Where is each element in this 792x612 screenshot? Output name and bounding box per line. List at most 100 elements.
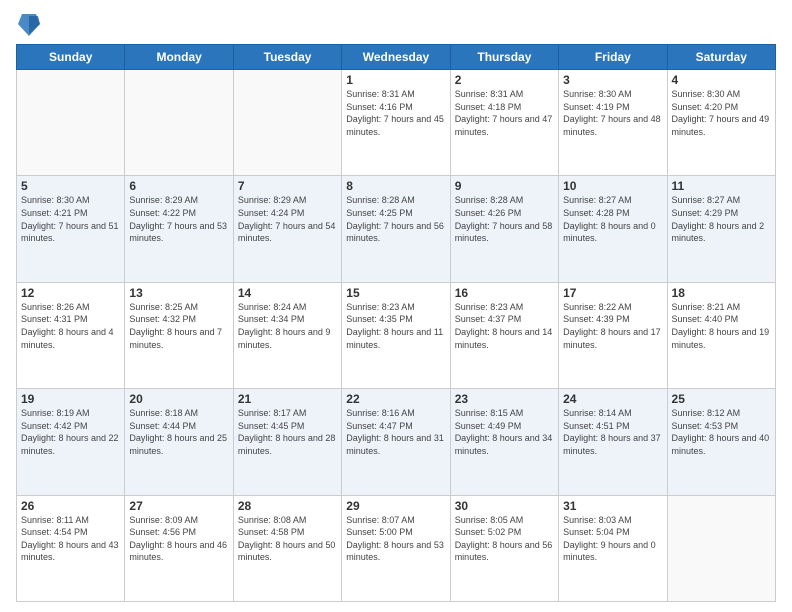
day-info: Sunrise: 8:23 AM Sunset: 4:37 PM Dayligh… [455, 301, 554, 351]
day-info: Sunrise: 8:21 AM Sunset: 4:40 PM Dayligh… [672, 301, 771, 351]
week-row-4: 19Sunrise: 8:19 AM Sunset: 4:42 PM Dayli… [17, 389, 776, 495]
calendar-cell: 22Sunrise: 8:16 AM Sunset: 4:47 PM Dayli… [342, 389, 450, 495]
day-info: Sunrise: 8:15 AM Sunset: 4:49 PM Dayligh… [455, 407, 554, 457]
calendar-cell: 12Sunrise: 8:26 AM Sunset: 4:31 PM Dayli… [17, 282, 125, 388]
calendar-cell: 18Sunrise: 8:21 AM Sunset: 4:40 PM Dayli… [667, 282, 775, 388]
calendar-cell: 5Sunrise: 8:30 AM Sunset: 4:21 PM Daylig… [17, 176, 125, 282]
day-number: 23 [455, 392, 554, 406]
calendar-cell: 29Sunrise: 8:07 AM Sunset: 5:00 PM Dayli… [342, 495, 450, 601]
day-info: Sunrise: 8:30 AM Sunset: 4:19 PM Dayligh… [563, 88, 662, 138]
day-number: 18 [672, 286, 771, 300]
calendar-cell: 14Sunrise: 8:24 AM Sunset: 4:34 PM Dayli… [233, 282, 341, 388]
calendar-cell: 23Sunrise: 8:15 AM Sunset: 4:49 PM Dayli… [450, 389, 558, 495]
calendar-cell: 4Sunrise: 8:30 AM Sunset: 4:20 PM Daylig… [667, 70, 775, 176]
day-number: 1 [346, 73, 445, 87]
day-number: 4 [672, 73, 771, 87]
calendar-cell: 3Sunrise: 8:30 AM Sunset: 4:19 PM Daylig… [559, 70, 667, 176]
day-info: Sunrise: 8:25 AM Sunset: 4:32 PM Dayligh… [129, 301, 228, 351]
day-number: 11 [672, 179, 771, 193]
calendar-cell: 21Sunrise: 8:17 AM Sunset: 4:45 PM Dayli… [233, 389, 341, 495]
day-info: Sunrise: 8:30 AM Sunset: 4:20 PM Dayligh… [672, 88, 771, 138]
calendar-cell: 13Sunrise: 8:25 AM Sunset: 4:32 PM Dayli… [125, 282, 233, 388]
day-number: 24 [563, 392, 662, 406]
day-header-thursday: Thursday [450, 45, 558, 70]
day-number: 21 [238, 392, 337, 406]
day-number: 5 [21, 179, 120, 193]
calendar-cell: 31Sunrise: 8:03 AM Sunset: 5:04 PM Dayli… [559, 495, 667, 601]
day-info: Sunrise: 8:08 AM Sunset: 4:58 PM Dayligh… [238, 514, 337, 564]
calendar-cell: 8Sunrise: 8:28 AM Sunset: 4:25 PM Daylig… [342, 176, 450, 282]
day-number: 10 [563, 179, 662, 193]
day-number: 16 [455, 286, 554, 300]
day-info: Sunrise: 8:14 AM Sunset: 4:51 PM Dayligh… [563, 407, 662, 457]
calendar-cell: 2Sunrise: 8:31 AM Sunset: 4:18 PM Daylig… [450, 70, 558, 176]
day-info: Sunrise: 8:29 AM Sunset: 4:22 PM Dayligh… [129, 194, 228, 244]
week-row-1: 1Sunrise: 8:31 AM Sunset: 4:16 PM Daylig… [17, 70, 776, 176]
week-row-3: 12Sunrise: 8:26 AM Sunset: 4:31 PM Dayli… [17, 282, 776, 388]
week-row-2: 5Sunrise: 8:30 AM Sunset: 4:21 PM Daylig… [17, 176, 776, 282]
day-header-tuesday: Tuesday [233, 45, 341, 70]
day-info: Sunrise: 8:09 AM Sunset: 4:56 PM Dayligh… [129, 514, 228, 564]
calendar-cell [125, 70, 233, 176]
logo-icon [18, 10, 40, 38]
day-header-friday: Friday [559, 45, 667, 70]
day-number: 19 [21, 392, 120, 406]
day-info: Sunrise: 8:16 AM Sunset: 4:47 PM Dayligh… [346, 407, 445, 457]
calendar-cell: 1Sunrise: 8:31 AM Sunset: 4:16 PM Daylig… [342, 70, 450, 176]
calendar-cell [667, 495, 775, 601]
day-info: Sunrise: 8:28 AM Sunset: 4:25 PM Dayligh… [346, 194, 445, 244]
day-number: 31 [563, 499, 662, 513]
day-number: 20 [129, 392, 228, 406]
day-number: 9 [455, 179, 554, 193]
day-info: Sunrise: 8:22 AM Sunset: 4:39 PM Dayligh… [563, 301, 662, 351]
day-info: Sunrise: 8:03 AM Sunset: 5:04 PM Dayligh… [563, 514, 662, 564]
day-number: 12 [21, 286, 120, 300]
day-info: Sunrise: 8:12 AM Sunset: 4:53 PM Dayligh… [672, 407, 771, 457]
calendar-cell: 10Sunrise: 8:27 AM Sunset: 4:28 PM Dayli… [559, 176, 667, 282]
day-info: Sunrise: 8:27 AM Sunset: 4:29 PM Dayligh… [672, 194, 771, 244]
day-info: Sunrise: 8:31 AM Sunset: 4:18 PM Dayligh… [455, 88, 554, 138]
calendar-cell: 11Sunrise: 8:27 AM Sunset: 4:29 PM Dayli… [667, 176, 775, 282]
calendar-cell [17, 70, 125, 176]
day-header-monday: Monday [125, 45, 233, 70]
day-number: 14 [238, 286, 337, 300]
calendar-cell: 15Sunrise: 8:23 AM Sunset: 4:35 PM Dayli… [342, 282, 450, 388]
day-info: Sunrise: 8:24 AM Sunset: 4:34 PM Dayligh… [238, 301, 337, 351]
day-info: Sunrise: 8:18 AM Sunset: 4:44 PM Dayligh… [129, 407, 228, 457]
calendar-cell: 28Sunrise: 8:08 AM Sunset: 4:58 PM Dayli… [233, 495, 341, 601]
day-number: 30 [455, 499, 554, 513]
day-info: Sunrise: 8:26 AM Sunset: 4:31 PM Dayligh… [21, 301, 120, 351]
day-header-sunday: Sunday [17, 45, 125, 70]
calendar-cell: 9Sunrise: 8:28 AM Sunset: 4:26 PM Daylig… [450, 176, 558, 282]
day-number: 27 [129, 499, 228, 513]
day-number: 26 [21, 499, 120, 513]
day-info: Sunrise: 8:19 AM Sunset: 4:42 PM Dayligh… [21, 407, 120, 457]
day-info: Sunrise: 8:27 AM Sunset: 4:28 PM Dayligh… [563, 194, 662, 244]
day-number: 2 [455, 73, 554, 87]
logo [16, 12, 40, 38]
day-number: 29 [346, 499, 445, 513]
week-row-5: 26Sunrise: 8:11 AM Sunset: 4:54 PM Dayli… [17, 495, 776, 601]
day-info: Sunrise: 8:11 AM Sunset: 4:54 PM Dayligh… [21, 514, 120, 564]
day-info: Sunrise: 8:17 AM Sunset: 4:45 PM Dayligh… [238, 407, 337, 457]
day-number: 3 [563, 73, 662, 87]
day-number: 28 [238, 499, 337, 513]
day-info: Sunrise: 8:30 AM Sunset: 4:21 PM Dayligh… [21, 194, 120, 244]
calendar-cell: 17Sunrise: 8:22 AM Sunset: 4:39 PM Dayli… [559, 282, 667, 388]
calendar-cell: 20Sunrise: 8:18 AM Sunset: 4:44 PM Dayli… [125, 389, 233, 495]
day-number: 25 [672, 392, 771, 406]
day-info: Sunrise: 8:29 AM Sunset: 4:24 PM Dayligh… [238, 194, 337, 244]
day-info: Sunrise: 8:28 AM Sunset: 4:26 PM Dayligh… [455, 194, 554, 244]
day-number: 7 [238, 179, 337, 193]
day-info: Sunrise: 8:05 AM Sunset: 5:02 PM Dayligh… [455, 514, 554, 564]
day-number: 6 [129, 179, 228, 193]
day-number: 13 [129, 286, 228, 300]
day-number: 8 [346, 179, 445, 193]
day-number: 17 [563, 286, 662, 300]
day-number: 15 [346, 286, 445, 300]
calendar-cell: 6Sunrise: 8:29 AM Sunset: 4:22 PM Daylig… [125, 176, 233, 282]
day-header-wednesday: Wednesday [342, 45, 450, 70]
day-info: Sunrise: 8:07 AM Sunset: 5:00 PM Dayligh… [346, 514, 445, 564]
calendar-table: SundayMondayTuesdayWednesdayThursdayFrid… [16, 44, 776, 602]
calendar-cell: 24Sunrise: 8:14 AM Sunset: 4:51 PM Dayli… [559, 389, 667, 495]
